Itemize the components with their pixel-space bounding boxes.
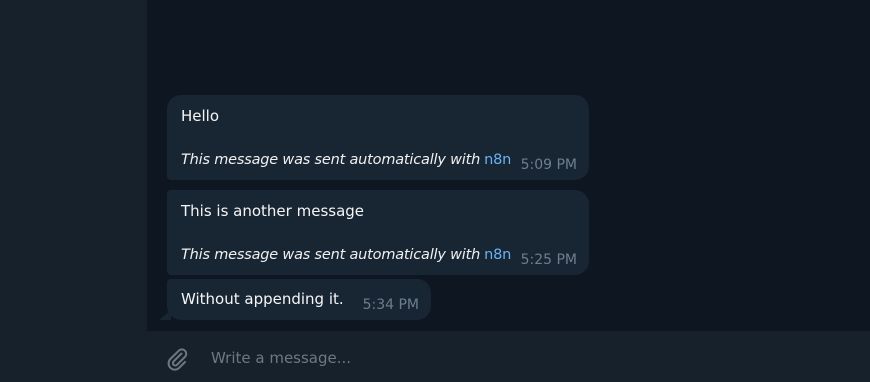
- auto-footer-text: This message was sent automatically with: [181, 247, 481, 263]
- message-text: Without appending it.: [181, 290, 344, 308]
- sidebar: [0, 0, 147, 382]
- telegram-window: Hello This message was sent automaticall…: [0, 0, 870, 382]
- chat-panel: Hello This message was sent automaticall…: [147, 0, 870, 382]
- message-text: This is another message: [181, 202, 365, 220]
- message-time: 5:34 PM: [362, 297, 419, 313]
- message-time: 5:09 PM: [520, 157, 577, 173]
- message-bubble[interactable]: This is another message This message was…: [167, 190, 589, 275]
- message-composer: [147, 331, 870, 382]
- auto-footer: This message was sent automatically with…: [181, 151, 511, 169]
- message-list[interactable]: Hello This message was sent automaticall…: [147, 0, 870, 331]
- message-text: Hello: [181, 107, 220, 125]
- message-bubble[interactable]: Hello This message was sent automaticall…: [167, 95, 589, 180]
- message-bubble[interactable]: Without appending it. 5:34 PM: [167, 279, 431, 320]
- n8n-link[interactable]: n8n: [484, 152, 511, 168]
- message-time: 5:25 PM: [520, 252, 577, 268]
- n8n-link[interactable]: n8n: [484, 247, 511, 263]
- auto-footer-text: This message was sent automatically with: [181, 152, 481, 168]
- message-input[interactable]: [211, 346, 831, 370]
- paperclip-icon[interactable]: [163, 344, 191, 372]
- auto-footer: This message was sent automatically with…: [181, 246, 511, 264]
